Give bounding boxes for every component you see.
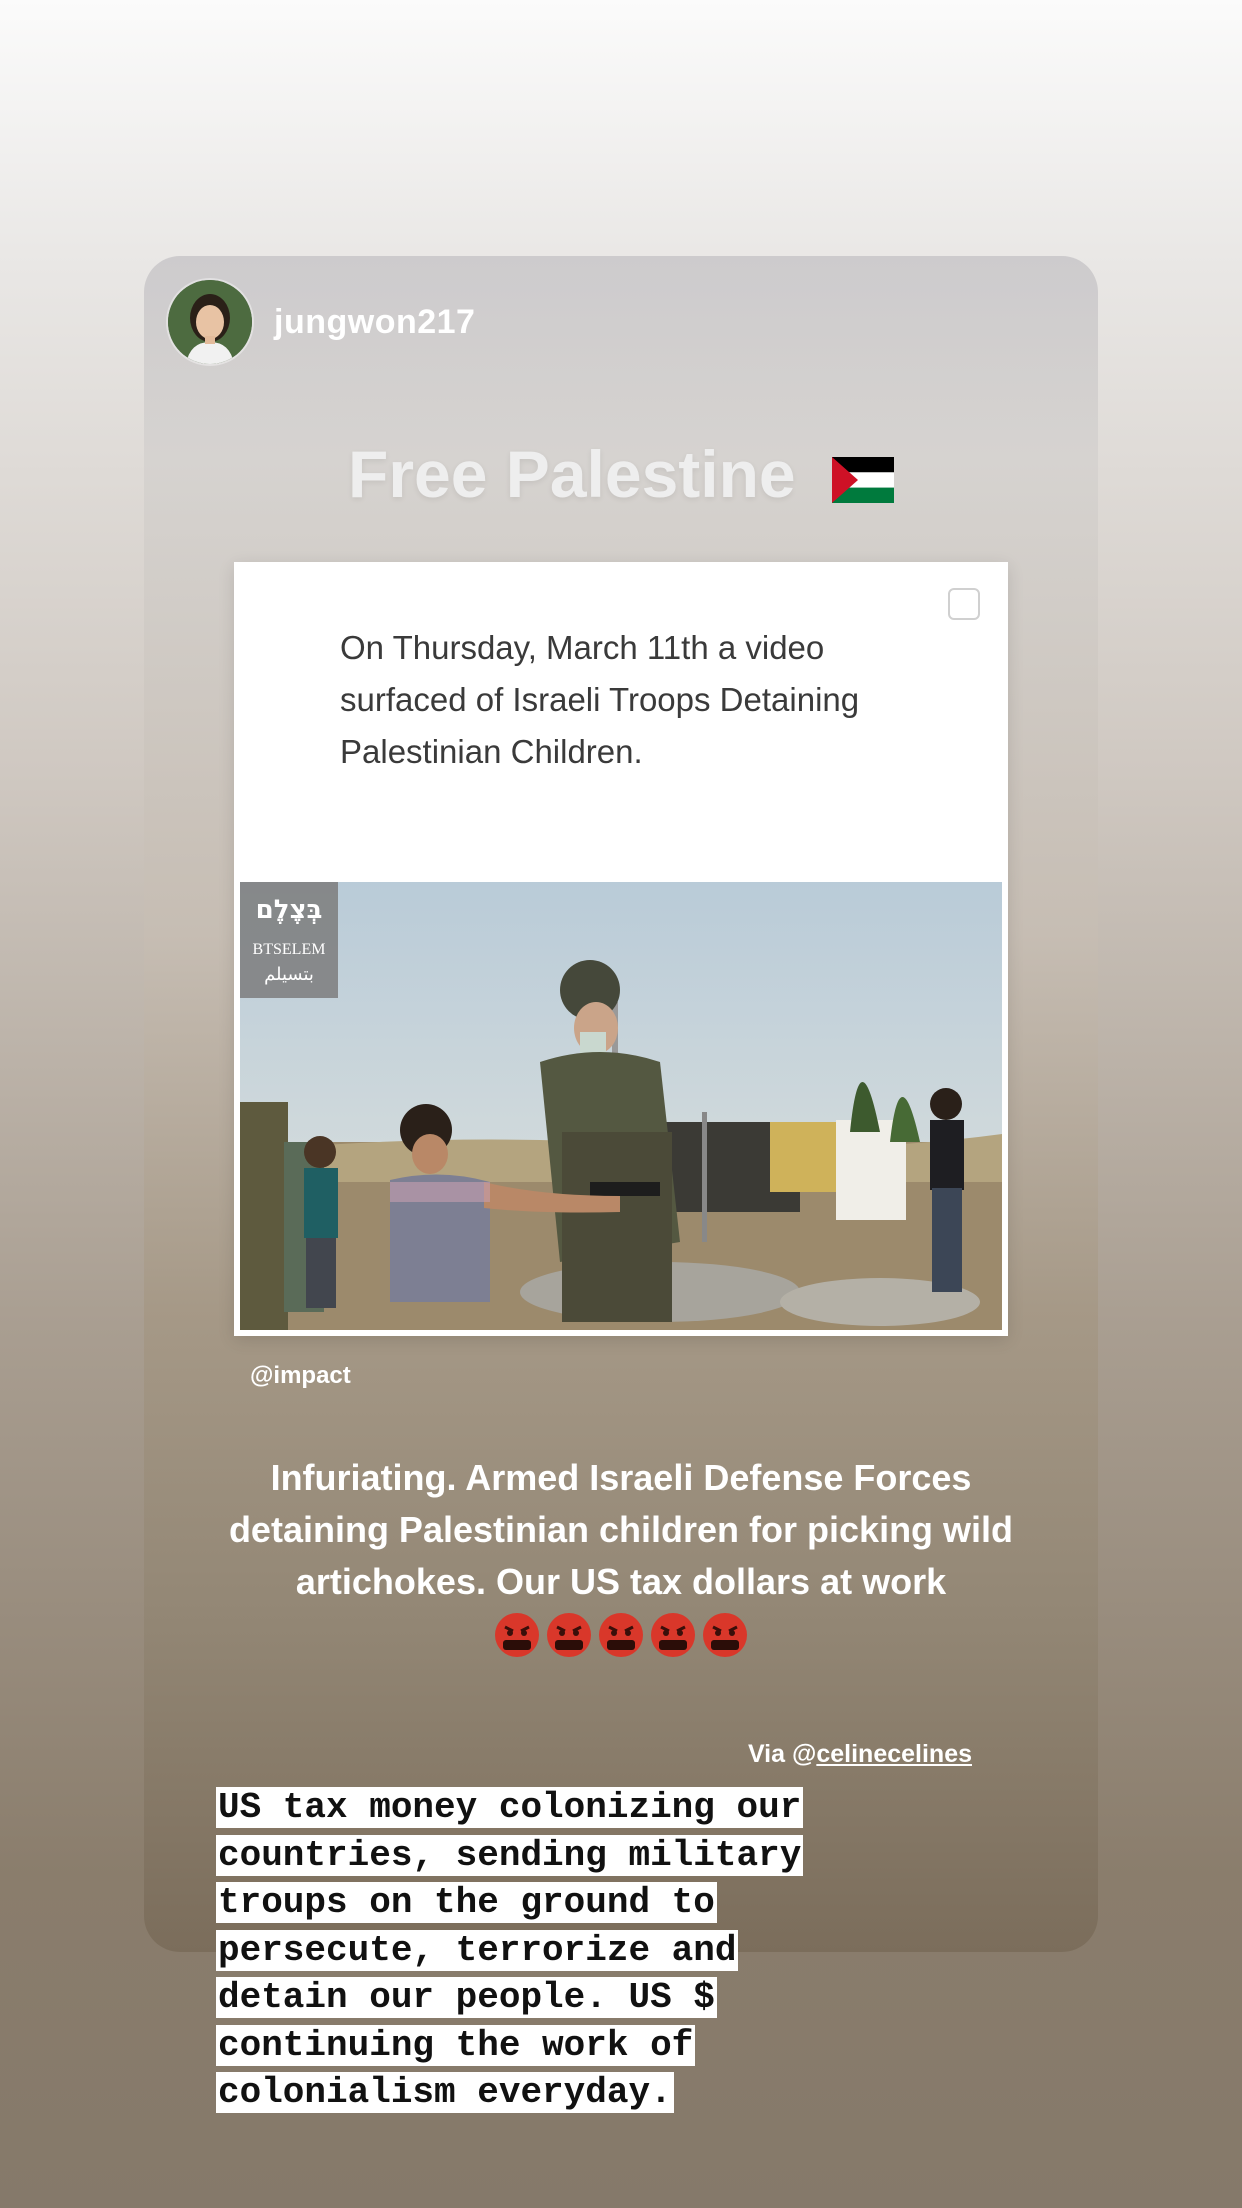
post-video-still[interactable]: בְּצֶלֶם BTSELEM بتسيلم bbox=[240, 882, 1002, 1330]
caption-line: colonialism everyday. bbox=[216, 2072, 674, 2113]
caption-line: detain our people. US $ bbox=[216, 1977, 717, 2018]
post-credit[interactable]: @impact bbox=[250, 1362, 351, 1390]
username[interactable]: jungwon217 bbox=[274, 303, 475, 342]
caption-line: continuing the work of bbox=[216, 2024, 696, 2066]
watermark-arabic: بتسيلم bbox=[264, 964, 314, 985]
angry-face-icon bbox=[598, 1612, 644, 1672]
headline-text: Free Palestine bbox=[348, 437, 796, 511]
avatar-portrait bbox=[168, 280, 252, 364]
watermark-hebrew: בְּצֶלֶם bbox=[256, 895, 323, 925]
shared-post[interactable]: On Thursday, March 11th a video surfaced… bbox=[234, 562, 1008, 1336]
post-checkbox[interactable] bbox=[948, 588, 980, 620]
via-handle[interactable]: celinecelines bbox=[816, 1740, 972, 1768]
caption-line: countries, sending military bbox=[216, 1834, 804, 1876]
via-attribution[interactable]: Via @celinecelines bbox=[748, 1740, 972, 1769]
via-prefix: Via @ bbox=[747, 1740, 817, 1768]
headline: Free Palestine bbox=[144, 436, 1098, 518]
avatar[interactable] bbox=[168, 280, 252, 364]
caption-line: persecute, terrorize and bbox=[216, 1929, 739, 1971]
story-body: Infuriating. Armed Israeli Defense Force… bbox=[208, 1452, 1034, 1672]
caption-line: troups on the ground to bbox=[216, 1882, 717, 1923]
story-header: jungwon217 bbox=[168, 280, 475, 364]
angry-face-icon bbox=[650, 1612, 696, 1672]
soldiers-detaining-children-image: בְּצֶלֶם BTSELEM بتسيلم bbox=[240, 882, 1002, 1330]
post-text: On Thursday, March 11th a video surfaced… bbox=[340, 629, 860, 770]
angry-emoji-row bbox=[208, 1612, 1034, 1672]
story-body-text: Infuriating. Armed Israeli Defense Force… bbox=[228, 1457, 1014, 1602]
angry-face-icon bbox=[546, 1612, 592, 1672]
watermark-latin: BTSELEM bbox=[253, 941, 326, 958]
story-card: jungwon217 Free Palestine On Thursday, M… bbox=[144, 256, 1098, 1952]
palestine-flag-icon bbox=[831, 442, 894, 518]
caption-line: US tax money colonizing our bbox=[216, 1787, 804, 1828]
caption-text-block: US tax money colonizing our countries, se… bbox=[216, 1784, 936, 2117]
angry-face-icon bbox=[702, 1612, 748, 1672]
angry-face-icon bbox=[494, 1612, 540, 1672]
